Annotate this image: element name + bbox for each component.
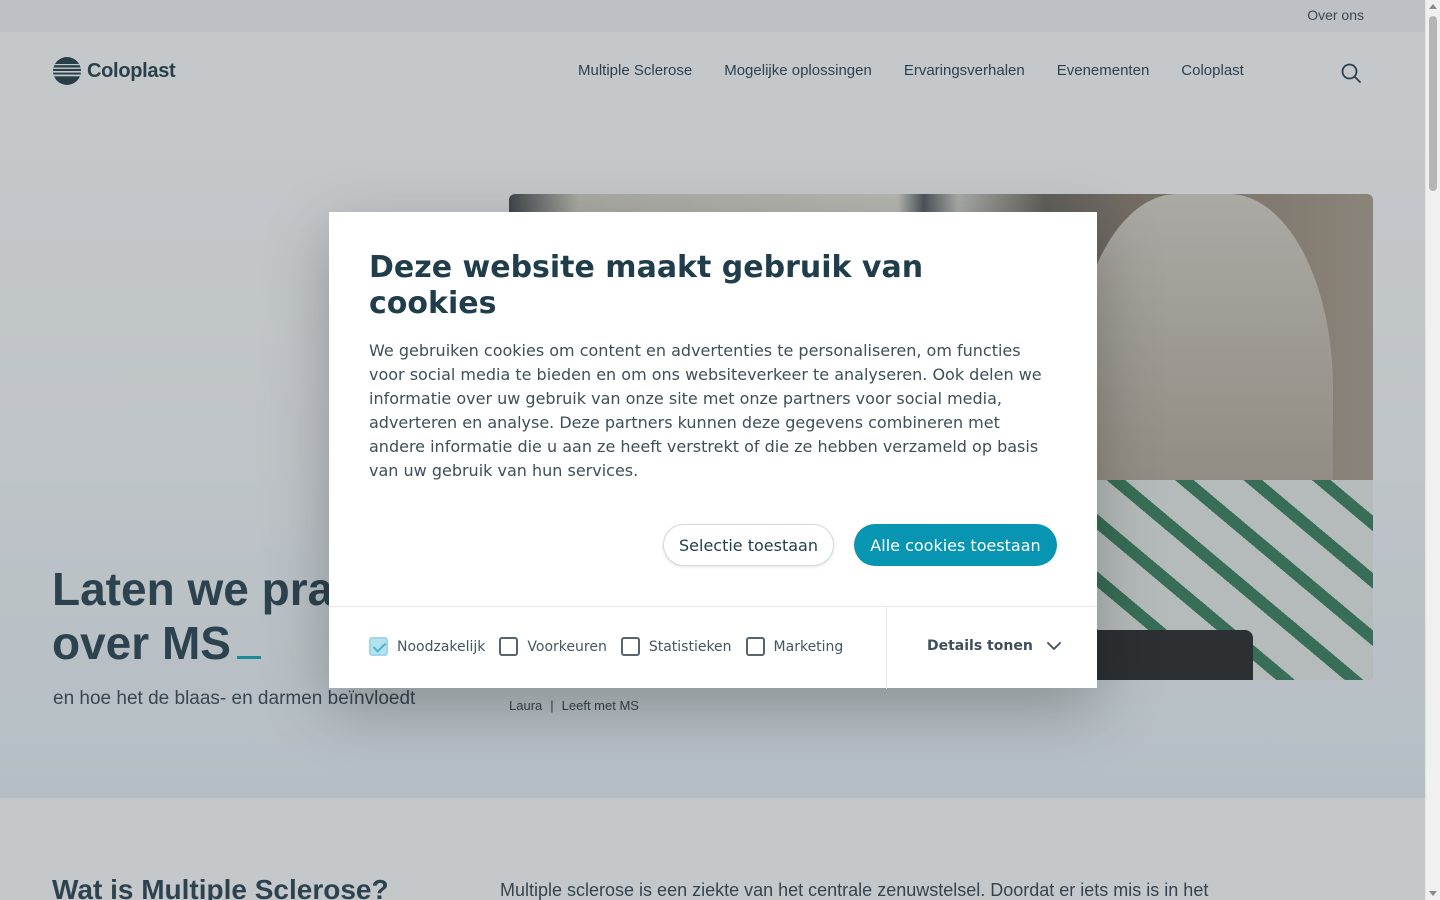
- consent-label-statistics: Statistieken: [648, 638, 732, 655]
- consent-options: Noodzakelijk Voorkeuren Statistieken Mar…: [369, 637, 857, 656]
- chevron-down-icon: [1046, 641, 1061, 650]
- cookie-dialog: Deze website maakt gebruik van cookies W…: [329, 212, 1097, 689]
- page: Over ons Coloplast Multiple Sclerose Mog…: [0, 0, 1425, 900]
- consent-statistics[interactable]: Statistieken: [620, 637, 732, 656]
- vertical-scrollbar[interactable]: [1425, 0, 1440, 900]
- consent-label-necessary: Noodzakelijk: [397, 638, 486, 655]
- scroll-down-arrow[interactable]: [1429, 891, 1437, 896]
- consent-necessary[interactable]: Noodzakelijk: [369, 637, 485, 656]
- consent-label-preferences: Voorkeuren: [527, 638, 607, 655]
- consent-label-marketing: Marketing: [773, 638, 844, 655]
- checkbox-statistics[interactable]: [620, 637, 640, 656]
- allow-all-cookies-button[interactable]: Alle cookies toestaan: [854, 524, 1057, 566]
- show-details-toggle[interactable]: Details tonen: [927, 638, 1061, 654]
- cookie-dialog-footer: Noodzakelijk Voorkeuren Statistieken Mar…: [329, 606, 1097, 689]
- checkbox-necessary[interactable]: [369, 637, 388, 656]
- consent-preferences[interactable]: Voorkeuren: [499, 637, 607, 656]
- scroll-up-arrow[interactable]: [1429, 4, 1437, 9]
- allow-selection-button[interactable]: Selectie toestaan: [663, 524, 834, 566]
- footer-divider: [886, 607, 887, 689]
- checkbox-preferences[interactable]: [499, 637, 519, 656]
- cookie-dialog-title: Deze website maakt gebruik van cookies: [369, 250, 924, 321]
- checkbox-marketing[interactable]: [745, 637, 765, 656]
- cookie-dialog-body: We gebruiken cookies om content en adver…: [369, 341, 1042, 480]
- show-details-label: Details tonen: [927, 638, 1033, 654]
- scroll-thumb[interactable]: [1429, 16, 1437, 191]
- consent-marketing[interactable]: Marketing: [745, 637, 844, 656]
